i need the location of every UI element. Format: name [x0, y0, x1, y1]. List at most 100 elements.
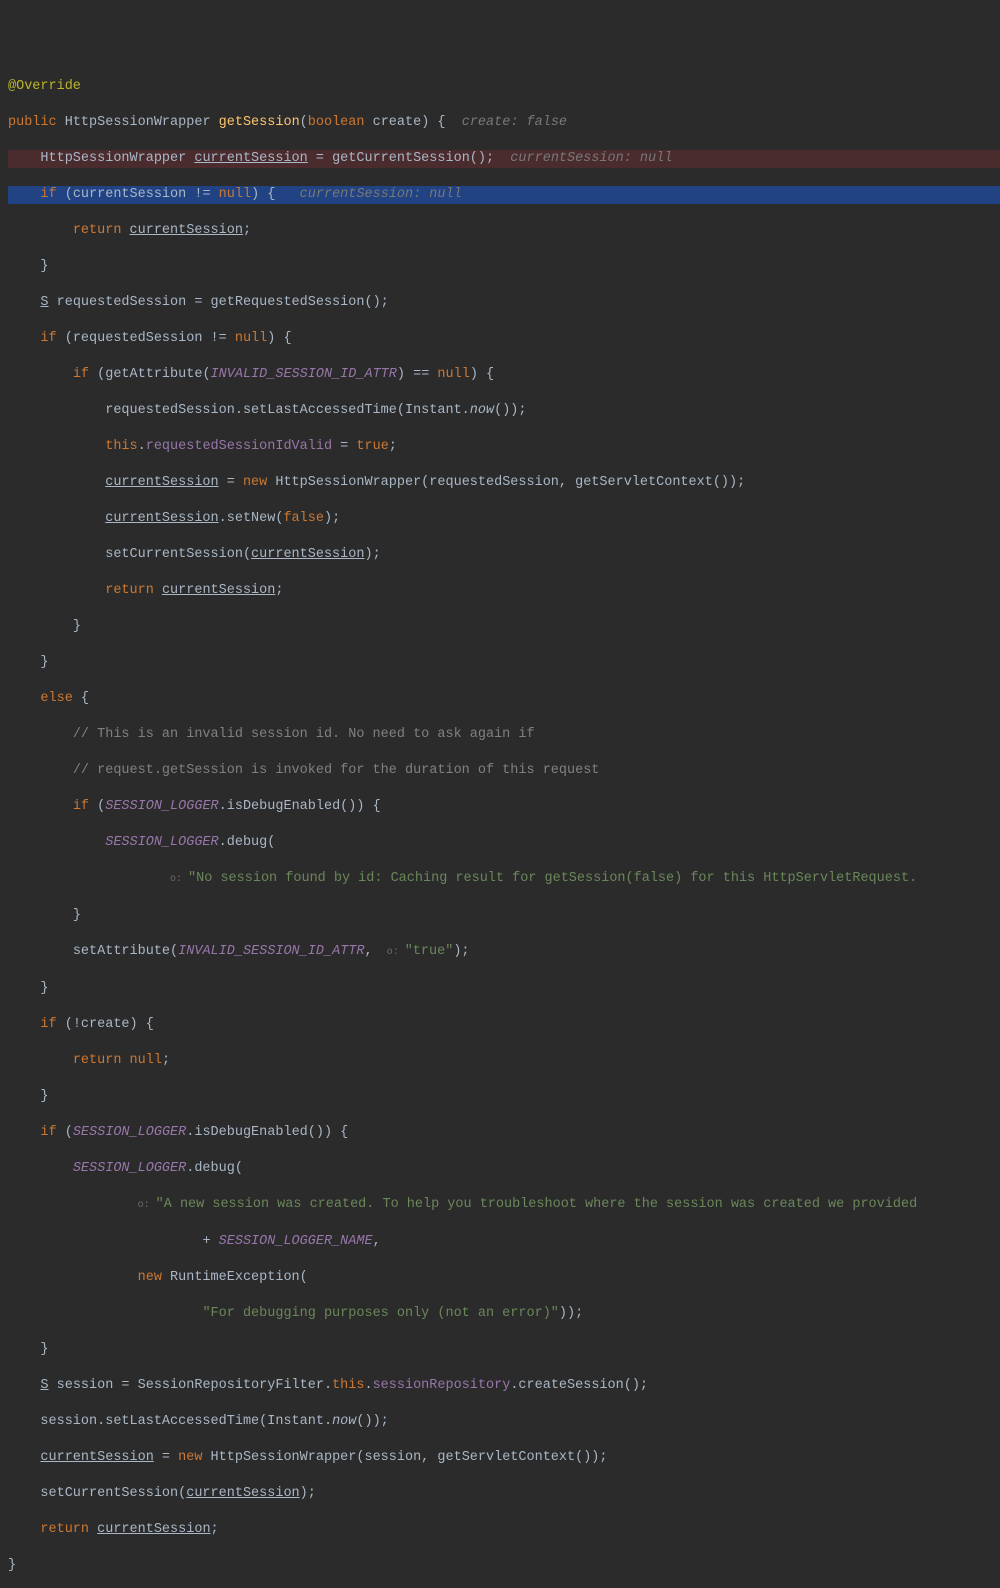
text: ) == — [397, 367, 438, 382]
keyword: false — [283, 511, 324, 526]
highlighted-line-current[interactable]: if (currentSession != null) { currentSes… — [8, 186, 1000, 204]
indent — [8, 259, 40, 274]
code-line: currentSession = new HttpSessionWrapper(… — [8, 1449, 1000, 1467]
text: = — [332, 439, 356, 454]
indent — [8, 691, 40, 706]
code-line: if (requestedSession != null) { — [8, 330, 1000, 348]
indent — [8, 1414, 40, 1429]
text: , — [373, 1234, 381, 1249]
indent — [8, 1486, 40, 1501]
text: . — [364, 1378, 372, 1393]
text: ); — [324, 511, 340, 526]
keyword: else — [40, 691, 81, 706]
keyword: if — [73, 799, 97, 814]
code-line: return currentSession; — [8, 1521, 1000, 1539]
indent — [8, 655, 40, 670]
text: ); — [300, 1486, 316, 1501]
text: HttpSessionWrapper(requestedSession, get… — [275, 475, 745, 490]
indent — [8, 1450, 40, 1465]
text: HttpSessionWrapper(session, getServletCo… — [211, 1450, 608, 1465]
text: ); — [364, 547, 380, 562]
text: ) { — [470, 367, 494, 382]
keyword: new — [243, 475, 275, 490]
highlighted-line-error[interactable]: HttpSessionWrapper currentSession = getC… — [8, 150, 1000, 168]
text: RuntimeException( — [170, 1270, 308, 1285]
text: ()); — [356, 1414, 388, 1429]
field: requestedSessionIdValid — [146, 439, 332, 454]
keyword: null — [437, 367, 469, 382]
code-line: } — [8, 1088, 1000, 1106]
code-line: } — [8, 618, 1000, 636]
text: )); — [559, 1306, 583, 1321]
text: (!create) { — [65, 1017, 154, 1032]
code-line: // request.getSession is invoked for the… — [8, 762, 1000, 780]
inline-hint: currentSession: null — [494, 151, 672, 166]
brace: } — [73, 619, 81, 634]
code-line: @Override — [8, 78, 1000, 96]
text: , — [364, 944, 380, 959]
keyword: null — [219, 187, 251, 202]
code-line: } — [8, 980, 1000, 998]
keyword: new — [138, 1270, 170, 1285]
indent — [8, 727, 73, 742]
type: HttpSessionWrapper — [65, 115, 219, 130]
code-line: return currentSession; — [8, 582, 1000, 600]
indent — [8, 1306, 202, 1321]
brace: } — [40, 655, 48, 670]
text: .createSession(); — [510, 1378, 648, 1393]
constant: SESSION_LOGGER — [105, 799, 218, 814]
code-line: } — [8, 1557, 1000, 1575]
method-name: getSession — [219, 115, 300, 130]
indent — [8, 439, 105, 454]
code-line: S session = SessionRepositoryFilter.this… — [8, 1377, 1000, 1395]
text: (requestedSession != — [65, 331, 235, 346]
text: ( — [97, 799, 105, 814]
code-line: if (SESSION_LOGGER.isDebugEnabled()) { — [8, 798, 1000, 816]
text: . — [138, 439, 146, 454]
type-param: S — [40, 295, 48, 310]
variable: currentSession — [40, 1450, 153, 1465]
code-line: this.requestedSessionIdValid = true; — [8, 438, 1000, 456]
indent — [8, 475, 105, 490]
code-line: new RuntimeException( — [8, 1269, 1000, 1287]
indent — [8, 981, 40, 996]
constant: INVALID_SESSION_ID_ATTR — [211, 367, 397, 382]
text: .setNew( — [219, 511, 284, 526]
constant: SESSION_LOGGER — [105, 835, 218, 850]
indent — [8, 1197, 138, 1212]
comment: // This is an invalid session id. No nee… — [73, 727, 535, 742]
text: (getAttribute( — [97, 367, 210, 382]
param-label: o: — [170, 874, 188, 885]
code-line: requestedSession.setLastAccessedTime(Ins… — [8, 402, 1000, 420]
indent — [8, 583, 105, 598]
code-line: if (getAttribute(INVALID_SESSION_ID_ATTR… — [8, 366, 1000, 384]
text: session = SessionRepositoryFilter. — [49, 1378, 333, 1393]
field: sessionRepository — [373, 1378, 511, 1393]
param-label: o: — [138, 1200, 156, 1211]
keyword: new — [178, 1450, 210, 1465]
text: + — [202, 1234, 218, 1249]
text: ; — [275, 583, 283, 598]
inline-hint: create: false — [446, 115, 568, 130]
text: = getCurrentSession(); — [308, 151, 494, 166]
indent — [8, 799, 73, 814]
text: ( — [65, 1125, 73, 1140]
text: = — [154, 1450, 178, 1465]
code-line: SESSION_LOGGER.debug( — [8, 834, 1000, 852]
code-line: SESSION_LOGGER.debug( — [8, 1160, 1000, 1178]
indent — [8, 331, 40, 346]
brace: } — [40, 1342, 48, 1357]
indent — [8, 944, 73, 959]
text: ; — [162, 1053, 170, 1068]
text: ; — [211, 1522, 219, 1537]
text: setCurrentSession( — [40, 1486, 186, 1501]
indent — [8, 151, 40, 166]
code-line: if (!create) { — [8, 1016, 1000, 1034]
code-line: if (SESSION_LOGGER.isDebugEnabled()) { — [8, 1124, 1000, 1142]
indent — [8, 1161, 73, 1176]
text: ( — [300, 115, 308, 130]
indent — [8, 1234, 202, 1249]
string: "For debugging purposes only (not an err… — [202, 1306, 558, 1321]
text: .debug( — [186, 1161, 243, 1176]
code-line: return null; — [8, 1052, 1000, 1070]
